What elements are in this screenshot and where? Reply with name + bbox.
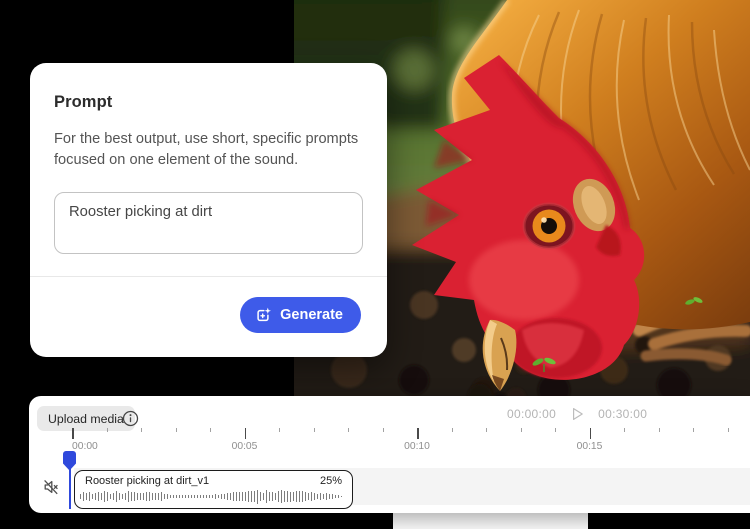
prompt-card: Prompt For the best output, use short, s… [30,63,387,357]
play-icon[interactable] [569,406,585,422]
card-divider [30,276,387,277]
prompt-description: For the best output, use short, specific… [54,131,359,168]
muted-speaker-icon[interactable] [42,478,60,496]
clip-header: Rooster picking at dirt_v1 25% [75,471,352,487]
total-duration: 00:30:00 [598,407,648,421]
bottom-page-section [393,513,588,529]
generate-button-label: Generate [280,307,343,323]
card-footer: Generate [240,297,361,333]
transport-controls: 00:00:00 00:30:00 [507,406,647,422]
audio-clip[interactable]: Rooster picking at dirt_v1 25% [74,470,353,509]
clip-volume: 25% [319,475,342,487]
generate-sparkle-icon [255,307,272,324]
prompt-input[interactable] [54,192,363,255]
playhead-marker[interactable] [63,451,76,476]
timeline-panel: Upload media 00:00:00 00:30:00 00:00 00:0… [29,396,750,513]
clip-waveform [80,488,347,505]
clip-title: Rooster picking at dirt_v1 [85,475,210,487]
prompt-card-title: Prompt [54,93,113,111]
generate-button[interactable]: Generate [240,297,361,333]
current-time: 00:00:00 [507,407,557,421]
info-icon[interactable] [122,410,139,427]
firefly-sound-effects-screen: Prompt For the best output, use short, s… [0,0,750,529]
timeline-ruler[interactable]: 00:00 00:05 00:10 00:15 [29,426,750,452]
